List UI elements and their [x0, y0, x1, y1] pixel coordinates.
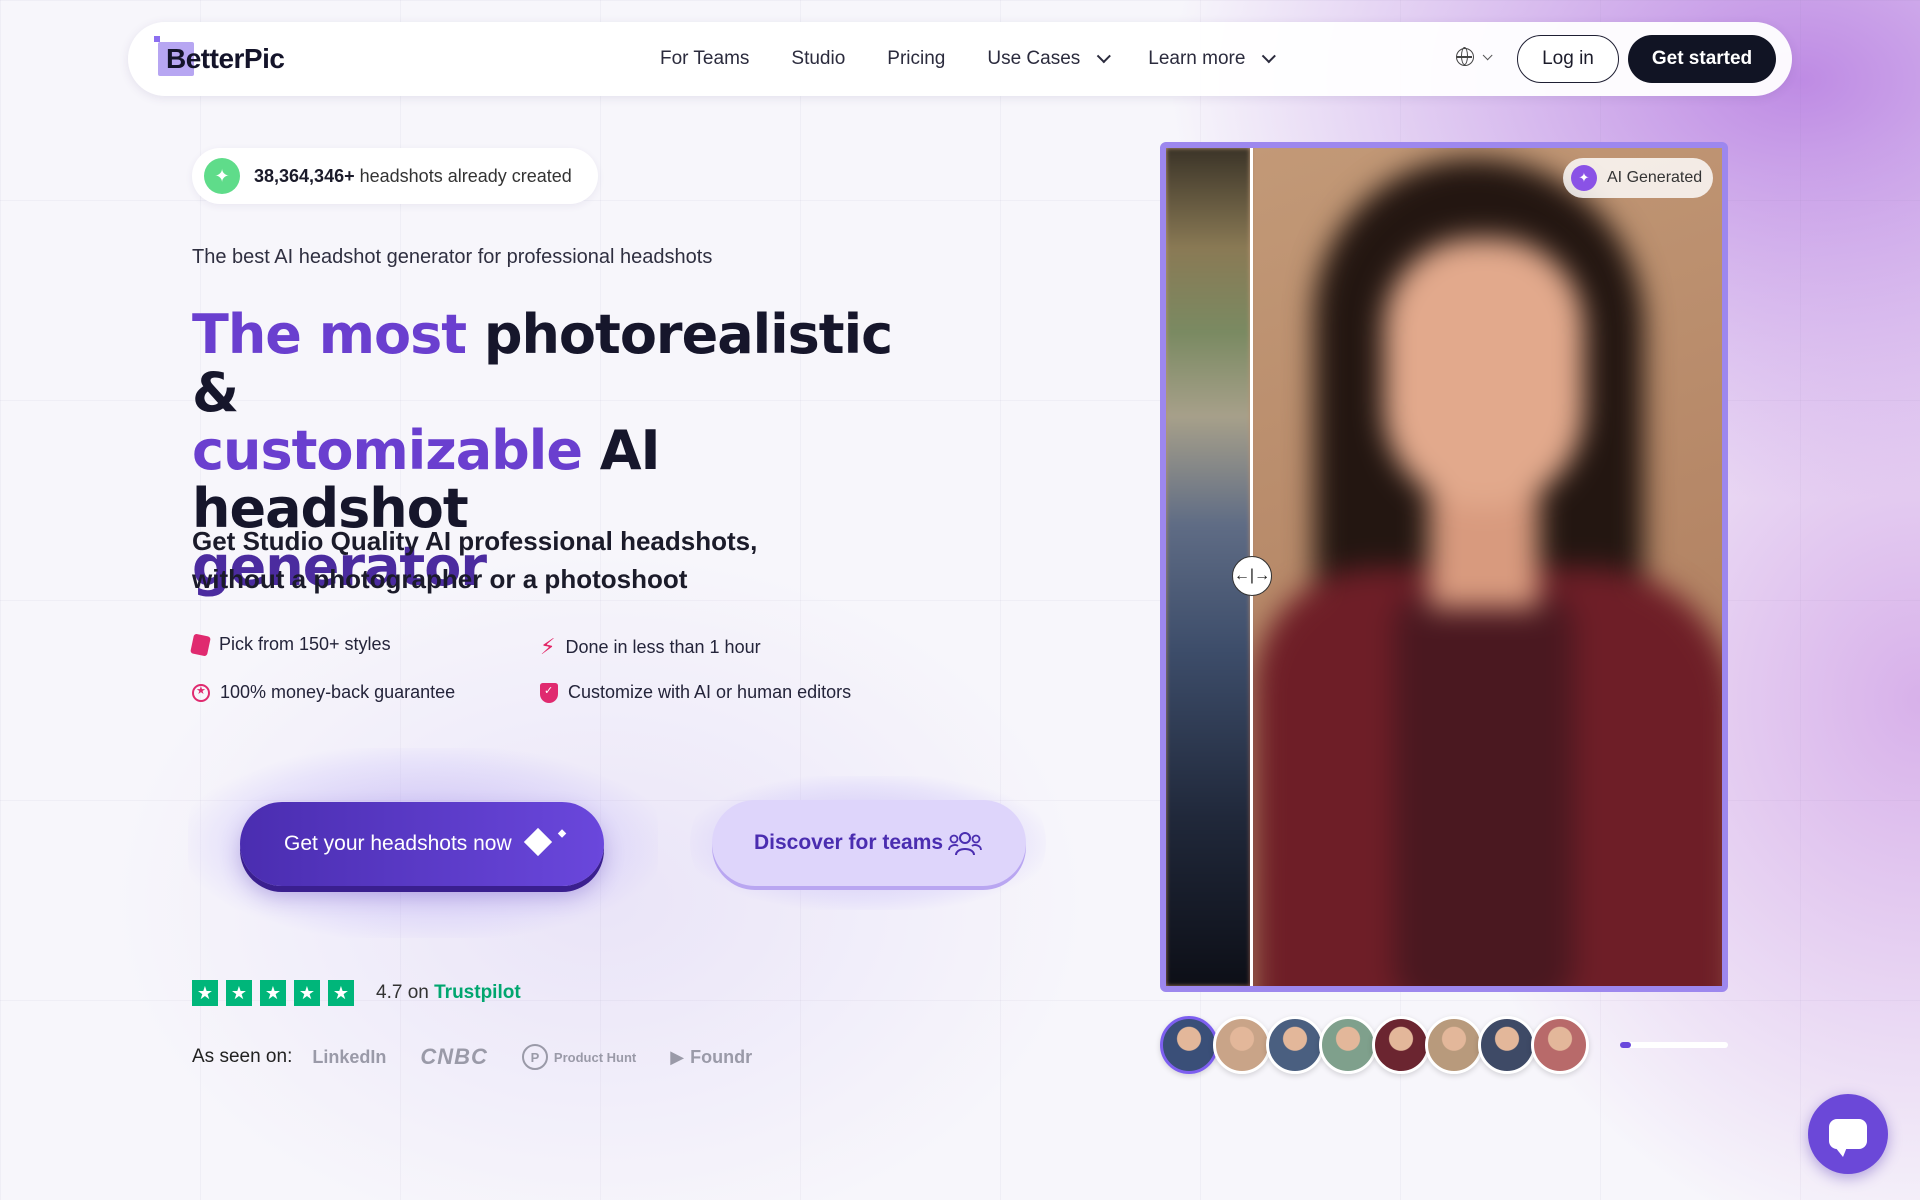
ai-generated-photo — [1254, 148, 1722, 986]
trustpilot-rating[interactable]: ★ ★ ★ ★ ★ 4.7 on Trustpilot — [192, 980, 521, 1006]
discover-teams-button[interactable]: Discover for teams — [712, 800, 1026, 886]
cnbc-logo: CNBC — [420, 1044, 488, 1069]
linkedin-logo: LinkedIn — [312, 1046, 387, 1067]
hero-subhead: The best AI headshot generator for profe… — [192, 246, 713, 268]
star-icon: ★ — [294, 980, 320, 1006]
hero-description: Get Studio Quality AI professional heads… — [192, 522, 792, 598]
headshot-compare-slider[interactable]: ←|→ — [1160, 142, 1728, 992]
nav-link-label: Use Cases — [987, 48, 1081, 69]
description-line-1: Get Studio Quality AI professional heads… — [192, 526, 758, 556]
nav-link-label: Pricing — [887, 48, 946, 69]
nav-link-use-cases[interactable]: Use Cases — [987, 48, 1112, 70]
get-headshots-button[interactable]: Get your headshots now — [240, 802, 604, 886]
star-icon: ★ — [328, 980, 354, 1006]
chat-widget-button[interactable] — [1808, 1094, 1888, 1174]
title-highlight: customizable — [192, 419, 600, 482]
example-thumbnail[interactable] — [1531, 1016, 1589, 1074]
button-label: Discover for teams — [754, 831, 944, 854]
feature-styles: Pick from 150+ styles — [190, 632, 391, 657]
feature-guarantee: 100% money-back guarantee — [192, 682, 455, 703]
sparkle-icon: ✦ — [1571, 165, 1597, 191]
login-button[interactable]: Log in — [1517, 35, 1619, 83]
example-thumbnail[interactable] — [1213, 1016, 1271, 1074]
nav-link-for-teams[interactable]: For Teams — [660, 48, 749, 70]
star-icon: ★ — [192, 980, 218, 1006]
counter-number: 38,364,346+ — [254, 165, 355, 186]
top-navbar: BetterPic For Teams Studio Pricing Use C… — [128, 22, 1792, 96]
description-line-2: without a photographer or a photoshoot — [192, 564, 688, 594]
hero-title-line-1: The most photorealistic & — [192, 303, 893, 424]
ai-generated-badge: ✦ AI Generated — [1563, 158, 1713, 198]
photo-face — [1384, 238, 1584, 508]
product-hunt-logo: P Product Hunt — [521, 1044, 637, 1070]
press-logos: As seen on: LinkedIn CNBC P Product Hunt … — [192, 1044, 786, 1070]
chevron-down-icon — [1482, 49, 1493, 60]
product-hunt-icon: P — [521, 1044, 548, 1070]
language-selector[interactable] — [1456, 47, 1493, 66]
title-highlight: The most — [192, 303, 484, 366]
foundr-icon: ▶ — [670, 1046, 685, 1067]
badge-label: AI Generated — [1607, 169, 1703, 186]
counter-text: 38,364,346+ headshots already created — [254, 166, 572, 187]
star-icon: ★ — [226, 980, 252, 1006]
nav-link-label: Studio — [791, 48, 846, 69]
feature-customize: Customize with AI or human editors — [540, 682, 851, 703]
nav-link-studio[interactable]: Studio — [791, 48, 845, 70]
feature-speed: ⚡ Done in less than 1 hour — [540, 634, 761, 660]
example-thumbnail[interactable] — [1478, 1016, 1536, 1074]
carousel-progress — [1620, 1042, 1728, 1048]
seen-on-label: As seen on: — [192, 1046, 293, 1067]
foundr-label: Foundr — [690, 1046, 753, 1067]
logo-text: BetterPic — [166, 43, 285, 74]
feature-label: Customize with AI or human editors — [568, 682, 852, 702]
shield-check-icon — [540, 682, 558, 703]
lightning-icon: ⚡ — [540, 634, 556, 659]
example-thumbnail[interactable] — [1266, 1016, 1324, 1074]
logo[interactable]: BetterPic — [154, 36, 285, 80]
product-hunt-label: Product Hunt — [553, 1049, 637, 1065]
feature-label: Pick from 150+ styles — [219, 634, 391, 654]
rating-text: 4.7 on Trustpilot — [376, 982, 521, 1004]
photo-blouse — [1394, 588, 1574, 986]
chevron-down-icon — [1262, 49, 1277, 64]
example-thumbnail[interactable] — [1425, 1016, 1483, 1074]
chat-bubble-icon — [1829, 1119, 1867, 1157]
sparkle-icon: ✦ — [204, 158, 240, 194]
chevron-down-icon — [1097, 49, 1112, 64]
example-thumbnail[interactable] — [1160, 1016, 1218, 1074]
rating-value: 4.7 — [376, 982, 403, 1003]
sparkle-diamond-icon — [523, 827, 553, 857]
feature-label: 100% money-back guarantee — [220, 682, 456, 702]
button-label: Get your headshots now — [284, 832, 512, 855]
trustpilot-brand: Trustpilot — [434, 982, 521, 1003]
nav-link-learn-more[interactable]: Learn more — [1148, 48, 1277, 70]
globe-icon — [1456, 47, 1474, 66]
carousel-progress-fill — [1620, 1042, 1631, 1048]
example-thumbnails — [1160, 1016, 1589, 1074]
star-icon: ★ — [260, 980, 286, 1006]
nav-links: For Teams Studio Pricing Use Cases Learn… — [660, 22, 1313, 96]
medal-icon — [192, 683, 210, 702]
get-started-button[interactable]: Get started — [1628, 35, 1776, 83]
nav-link-label: For Teams — [660, 48, 750, 69]
team-icon — [948, 832, 982, 856]
example-thumbnail[interactable] — [1319, 1016, 1377, 1074]
cards-icon — [190, 632, 211, 657]
nav-link-label: Learn more — [1148, 48, 1246, 69]
counter-suffix: headshots already created — [359, 165, 572, 186]
headshot-counter-pill: ✦ 38,364,346+ headshots already created — [192, 148, 598, 204]
foundr-logo: ▶ Foundr — [670, 1047, 752, 1068]
nav-link-pricing[interactable]: Pricing — [887, 48, 945, 70]
feature-label: Done in less than 1 hour — [565, 636, 761, 657]
example-thumbnail[interactable] — [1372, 1016, 1430, 1074]
rating-on: on — [407, 982, 429, 1003]
compare-handle-icon[interactable]: ←|→ — [1232, 556, 1272, 596]
